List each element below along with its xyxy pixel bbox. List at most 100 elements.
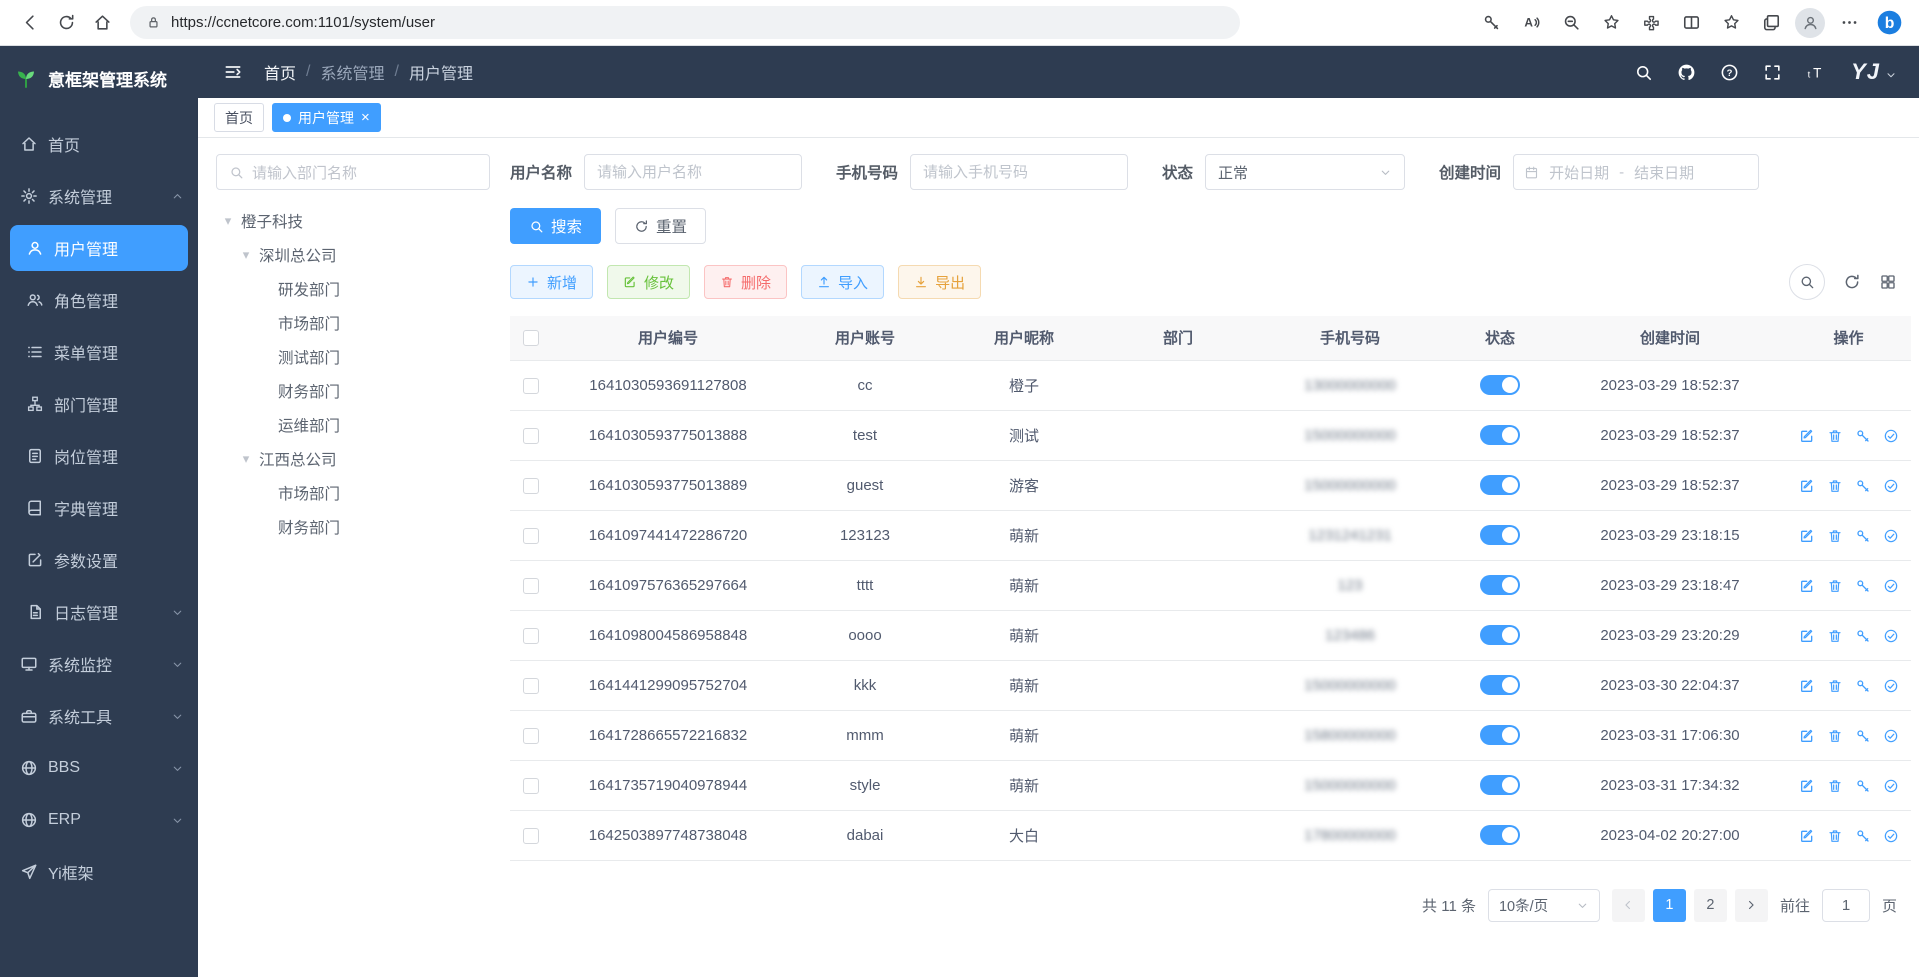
reset-password-icon[interactable] [1855, 578, 1871, 594]
page-button[interactable]: 1 [1653, 889, 1686, 922]
delete-icon[interactable] [1827, 478, 1843, 494]
tree-node[interactable]: 市场部门 [216, 476, 490, 510]
status-toggle[interactable] [1480, 625, 1520, 645]
tab-item[interactable]: 用户管理× [272, 103, 381, 132]
row-checkbox[interactable] [523, 628, 539, 644]
reset-password-icon[interactable] [1855, 778, 1871, 794]
delete-icon[interactable] [1827, 528, 1843, 544]
breadcrumb-item[interactable]: 系统管理 [320, 60, 384, 84]
status-toggle[interactable] [1480, 425, 1520, 445]
edit-icon[interactable] [1799, 828, 1815, 844]
add-button[interactable]: 新增 [510, 265, 593, 299]
column-settings-button[interactable] [1879, 273, 1897, 291]
tree-node[interactable]: 财务部门 [216, 510, 490, 544]
reload-button[interactable] [48, 5, 84, 41]
row-checkbox[interactable] [523, 678, 539, 694]
reset-password-icon[interactable] [1855, 828, 1871, 844]
status-select[interactable]: 正常 [1205, 154, 1405, 190]
status-toggle[interactable] [1480, 725, 1520, 745]
more-icon[interactable] [1833, 7, 1865, 39]
edit-icon[interactable] [1799, 528, 1815, 544]
status-toggle[interactable] [1480, 575, 1520, 595]
status-toggle[interactable] [1480, 775, 1520, 795]
font-size-icon[interactable] [1806, 63, 1825, 82]
edit-icon[interactable] [1799, 728, 1815, 744]
delete-icon[interactable] [1827, 428, 1843, 444]
username-input[interactable] [584, 154, 802, 190]
delete-icon[interactable] [1827, 578, 1843, 594]
copilot-icon[interactable] [1873, 7, 1905, 39]
sidebar-item[interactable]: 日志管理 [0, 586, 198, 638]
breadcrumb-item[interactable]: 用户管理 [409, 60, 473, 84]
date-range-picker[interactable]: 开始日期 - 结束日期 [1513, 154, 1759, 190]
sidebar-item[interactable]: 参数设置 [0, 534, 198, 586]
sidebar-item[interactable]: 用户管理 [10, 225, 188, 271]
status-toggle[interactable] [1480, 525, 1520, 545]
sidebar-item[interactable]: 系统监控 [0, 638, 198, 690]
sidebar-item[interactable]: 系统工具 [0, 690, 198, 742]
row-checkbox[interactable] [523, 378, 539, 394]
back-button[interactable] [12, 5, 48, 41]
browser-home-button[interactable] [84, 5, 120, 41]
read-aloud-icon[interactable] [1515, 7, 1547, 39]
edit-icon[interactable] [1799, 428, 1815, 444]
edit-button[interactable]: 修改 [607, 265, 690, 299]
assign-role-icon[interactable] [1883, 728, 1899, 744]
extensions-icon[interactable] [1635, 7, 1667, 39]
delete-icon[interactable] [1827, 828, 1843, 844]
prev-page-button[interactable] [1612, 889, 1645, 922]
reset-button[interactable]: 重置 [615, 208, 706, 244]
export-button[interactable]: 导出 [898, 265, 981, 299]
tree-node[interactable]: ▾江西总公司 [216, 442, 490, 476]
zoom-icon[interactable] [1555, 7, 1587, 39]
sidebar-item[interactable]: 部门管理 [0, 378, 198, 430]
status-toggle[interactable] [1480, 825, 1520, 845]
sidebar-item[interactable]: 首页 [0, 118, 198, 170]
assign-role-icon[interactable] [1883, 478, 1899, 494]
row-checkbox[interactable] [523, 778, 539, 794]
search-icon[interactable] [1634, 63, 1653, 82]
assign-role-icon[interactable] [1883, 778, 1899, 794]
tab-close-icon[interactable]: × [361, 110, 370, 125]
assign-role-icon[interactable] [1883, 828, 1899, 844]
status-toggle[interactable] [1480, 675, 1520, 695]
page-button[interactable]: 2 [1694, 889, 1727, 922]
tree-node[interactable]: 运维部门 [216, 408, 490, 442]
reset-password-icon[interactable] [1855, 428, 1871, 444]
delete-icon[interactable] [1827, 728, 1843, 744]
sidebar-item[interactable]: 岗位管理 [0, 430, 198, 482]
edit-icon[interactable] [1799, 628, 1815, 644]
refresh-table-button[interactable] [1843, 273, 1861, 291]
assign-role-icon[interactable] [1883, 428, 1899, 444]
goto-page-input[interactable] [1822, 889, 1870, 922]
sidebar-item[interactable]: 菜单管理 [0, 326, 198, 378]
page-size-select[interactable]: 10条/页 [1488, 889, 1600, 922]
reset-password-icon[interactable] [1855, 478, 1871, 494]
import-button[interactable]: 导入 [801, 265, 884, 299]
tree-node[interactable]: 市场部门 [216, 306, 490, 340]
row-checkbox[interactable] [523, 578, 539, 594]
search-button[interactable]: 搜索 [510, 208, 601, 244]
breadcrumb-item[interactable]: 首页 [264, 60, 296, 84]
reset-password-icon[interactable] [1855, 528, 1871, 544]
tree-node[interactable]: ▾橙子科技 [216, 204, 490, 238]
status-toggle[interactable] [1480, 475, 1520, 495]
assign-role-icon[interactable] [1883, 528, 1899, 544]
favorites-add-icon[interactable] [1595, 7, 1627, 39]
tree-node[interactable]: 测试部门 [216, 340, 490, 374]
next-page-button[interactable] [1735, 889, 1768, 922]
user-menu[interactable]: YJ [1851, 61, 1897, 83]
row-checkbox[interactable] [523, 728, 539, 744]
github-icon[interactable] [1677, 63, 1696, 82]
reset-password-icon[interactable] [1855, 728, 1871, 744]
fullscreen-icon[interactable] [1763, 63, 1782, 82]
question-icon[interactable] [1720, 63, 1739, 82]
delete-icon[interactable] [1827, 628, 1843, 644]
delete-icon[interactable] [1827, 778, 1843, 794]
row-checkbox[interactable] [523, 828, 539, 844]
collapse-menu-button[interactable] [220, 59, 246, 85]
split-screen-icon[interactable] [1675, 7, 1707, 39]
sidebar-item[interactable]: 字典管理 [0, 482, 198, 534]
row-checkbox[interactable] [523, 478, 539, 494]
dept-search-input[interactable]: 请输入部门名称 [216, 154, 490, 190]
